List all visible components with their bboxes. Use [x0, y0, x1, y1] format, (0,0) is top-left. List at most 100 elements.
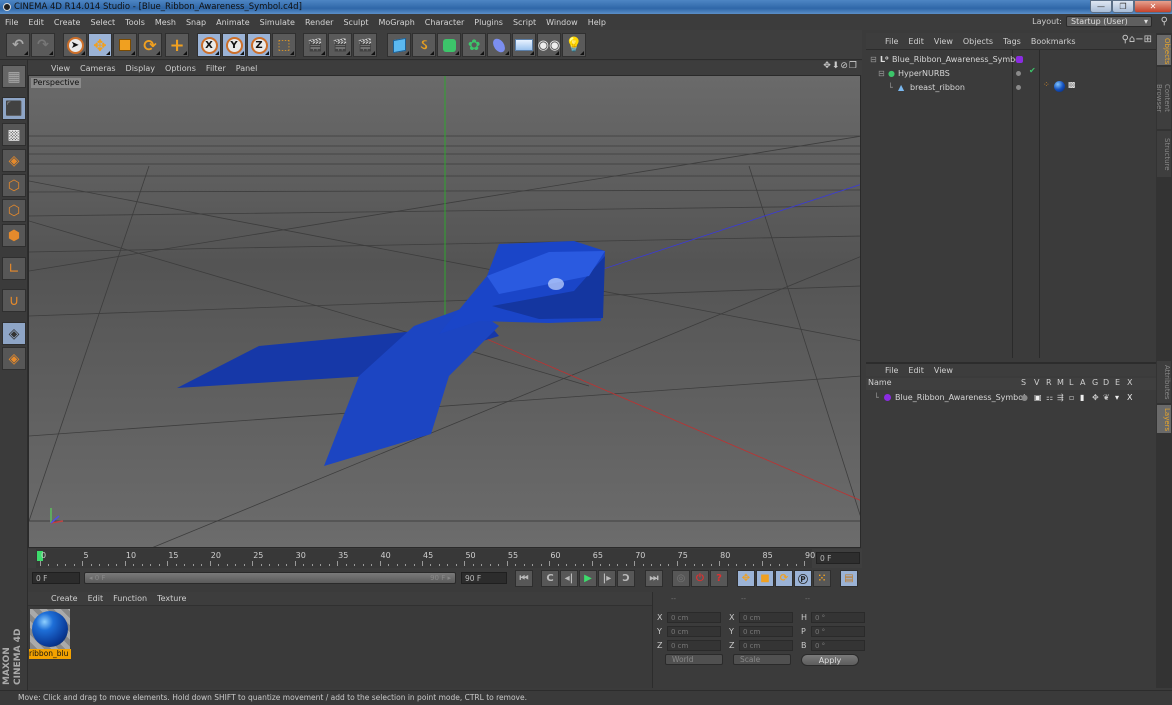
menu-mograph[interactable]: MoGraph	[373, 18, 419, 27]
current-frame-field[interactable]: 0 F	[816, 552, 860, 564]
menu-plugins[interactable]: Plugins	[469, 18, 508, 27]
x-axis-lock-button[interactable]: X	[197, 33, 221, 57]
axis-mode-button[interactable]: ∟	[2, 257, 26, 280]
enabled-check-icon[interactable]: ✔	[1029, 66, 1036, 75]
menu-help[interactable]: Help	[583, 18, 611, 27]
visibility-dot-icon[interactable]	[1016, 85, 1021, 90]
go-to-end-button[interactable]: ⏭	[645, 570, 663, 587]
viewport-menu-panel[interactable]: Panel	[231, 64, 263, 73]
rot-p-field[interactable]: 0 °	[811, 626, 865, 637]
solo-toggle-icon[interactable]: ●	[1021, 393, 1028, 402]
visibility-dot-icon[interactable]	[1016, 71, 1021, 76]
menu-create[interactable]: Create	[49, 18, 86, 27]
size-mode-select[interactable]: Scale	[733, 654, 791, 665]
om-menu-bookmarks[interactable]: Bookmarks	[1026, 37, 1081, 46]
keyframe-selection-button[interactable]: ?	[710, 570, 728, 587]
object-row[interactable]: ⊟ L⁰ Blue_Ribbon_Awareness_Symbol	[866, 52, 1156, 66]
menu-animate[interactable]: Animate	[211, 18, 255, 27]
collapse-icon[interactable]: ⊟	[870, 55, 880, 64]
menu-window[interactable]: Window	[541, 18, 583, 27]
end-frame-field[interactable]: 90 F	[461, 572, 507, 584]
phong-tag-icon[interactable]: ⁘	[1043, 80, 1050, 89]
planar-workplane-button[interactable]: ◈	[2, 347, 26, 370]
go-to-start-button[interactable]: ⏮	[515, 570, 533, 587]
uvw-tag-icon[interactable]: ▩	[1068, 80, 1076, 89]
frame-ruler[interactable]: 0 5 10 15 20 25 30 35 40 45 50 55 60 65 70 75 80 85 90	[36, 549, 815, 568]
last-tool-button[interactable]: +	[165, 33, 189, 57]
tab-content-browser[interactable]: Content Browser	[1155, 67, 1171, 129]
key-position-button[interactable]: ✥	[737, 570, 755, 587]
tab-layers[interactable]: Layers	[1157, 405, 1171, 433]
menu-file[interactable]: File	[0, 18, 23, 27]
tab-objects[interactable]: Objects	[1157, 35, 1171, 65]
render-picture-viewer-button[interactable]: 🎬	[328, 33, 352, 57]
om-menu-edit[interactable]: Edit	[903, 37, 929, 46]
polygons-mode-button[interactable]: ⬢	[2, 224, 26, 247]
previous-frame-button[interactable]: ◂|	[560, 570, 578, 587]
workplane-button[interactable]: ▦	[2, 65, 26, 88]
lm-menu-view[interactable]: View	[929, 366, 958, 375]
om-search-home-icons[interactable]: ⚲⌂−⊞	[1122, 34, 1152, 45]
y-axis-lock-button[interactable]: Y	[222, 33, 246, 57]
tab-attributes[interactable]: Attributes	[1157, 361, 1171, 403]
material-menu-edit[interactable]: Edit	[83, 594, 109, 603]
apply-button[interactable]: Apply	[801, 654, 859, 666]
blue-ribbon-model[interactable]	[177, 241, 605, 466]
object-name[interactable]: HyperNURBS	[898, 69, 950, 78]
layer-row[interactable]: └ Blue_Ribbon_Awareness_Symbol ● ▣ ⚏ ⇶ ▫…	[866, 390, 1156, 404]
expression-toggle-icon[interactable]: ▾	[1115, 393, 1119, 402]
render-view-button[interactable]: 🎬	[303, 33, 327, 57]
menu-select[interactable]: Select	[85, 18, 120, 27]
add-light-button[interactable]: 💡	[562, 33, 586, 57]
object-row[interactable]: ⊟ ● HyperNURBS ✔	[866, 66, 1156, 80]
om-menu-view[interactable]: View	[929, 37, 958, 46]
previous-key-button[interactable]: C	[541, 570, 559, 587]
menu-mesh[interactable]: Mesh	[150, 18, 181, 27]
search-icon[interactable]: ⚲	[1161, 16, 1168, 27]
menu-edit[interactable]: Edit	[23, 18, 49, 27]
undo-button[interactable]: ↶	[6, 33, 30, 57]
material-menu-texture[interactable]: Texture	[152, 594, 191, 603]
add-spline-button[interactable]: ઽ	[412, 33, 436, 57]
object-name[interactable]: Blue_Ribbon_Awareness_Symbol	[892, 55, 1022, 64]
autokey-button[interactable]: ⏻	[691, 570, 709, 587]
object-row[interactable]: └ ▲ breast_ribbon ⁘ ▩	[866, 80, 1156, 94]
minimize-button[interactable]: —	[1090, 0, 1112, 13]
layout-dropdown[interactable]: Startup (User)	[1066, 16, 1152, 27]
lock-workplane-button[interactable]: ◈	[2, 322, 26, 345]
deformer-toggle-icon[interactable]: ❦	[1103, 393, 1110, 402]
close-button[interactable]: ✕	[1134, 0, 1172, 13]
key-scale-button[interactable]: ■	[756, 570, 774, 587]
preview-range-slider[interactable]: ◂ 0 F 90 F ▸	[84, 572, 456, 584]
generator-toggle-icon[interactable]: ✥	[1092, 393, 1099, 402]
key-parameter-button[interactable]: Ⓟ	[794, 570, 812, 587]
next-key-button[interactable]: Ↄ	[617, 570, 635, 587]
layer-name[interactable]: Blue_Ribbon_Awareness_Symbol	[895, 393, 1025, 402]
material-menu-function[interactable]: Function	[108, 594, 152, 603]
start-frame-field[interactable]: 0 F	[32, 572, 80, 584]
points-mode-button[interactable]: ⬡	[2, 174, 26, 197]
snap-button[interactable]: ∪	[2, 289, 26, 312]
viewport-nav-icons[interactable]: ✥⬇⊘❐	[823, 61, 858, 71]
material-thumbnail[interactable]	[30, 609, 70, 649]
coordinate-system-button[interactable]: ⬚	[272, 33, 296, 57]
play-button[interactable]: ▶	[579, 570, 597, 587]
object-name[interactable]: breast_ribbon	[910, 83, 965, 92]
next-frame-button[interactable]: |▸	[598, 570, 616, 587]
model-mode-button[interactable]: ⬛	[2, 97, 26, 120]
om-menu-tags[interactable]: Tags	[998, 37, 1026, 46]
material-tag-icon[interactable]	[1054, 81, 1065, 92]
timeline-window-button[interactable]: ▤	[840, 570, 858, 587]
lm-menu-edit[interactable]: Edit	[903, 366, 929, 375]
add-camera-button[interactable]: ◉◉	[537, 33, 561, 57]
menu-tools[interactable]: Tools	[120, 18, 150, 27]
key-rotation-button[interactable]: ⟳	[775, 570, 793, 587]
lm-menu-file[interactable]: File	[880, 366, 903, 375]
3d-viewport[interactable]: Perspective	[28, 75, 861, 548]
material-name[interactable]: ribbon_blu	[29, 649, 71, 659]
timeline-ruler[interactable]: 0 5 10 15 20 25 30 35 40 45 50 55 60 65 70 75 80 85 90 0 F	[28, 549, 862, 568]
rot-h-field[interactable]: 0 °	[811, 612, 865, 623]
menu-render[interactable]: Render	[300, 18, 338, 27]
animation-toggle-icon[interactable]: ▮	[1080, 393, 1084, 402]
layer-color-icon[interactable]	[1016, 56, 1023, 63]
